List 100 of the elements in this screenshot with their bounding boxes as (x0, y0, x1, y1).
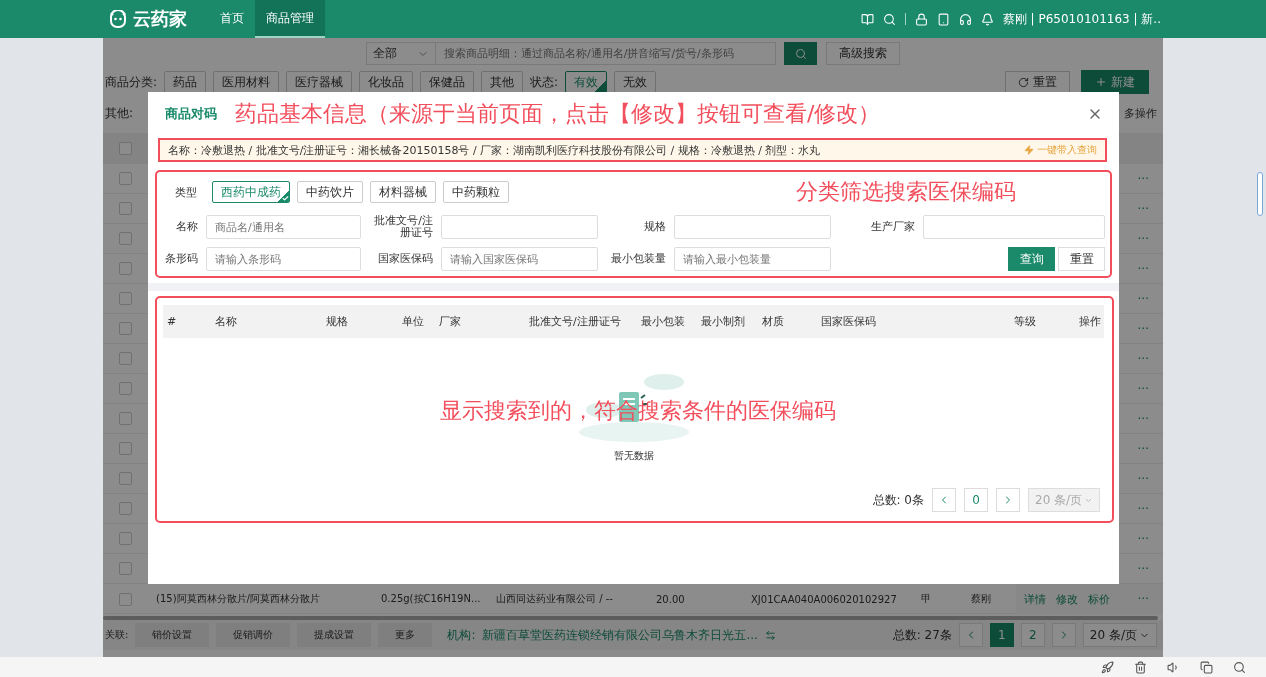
related-button[interactable]: 更多 (378, 623, 433, 647)
type-toggle[interactable]: 材料器械 (370, 181, 436, 203)
row-checkbox[interactable] (119, 502, 132, 515)
action-link[interactable]: 详情 (1024, 591, 1046, 607)
action-link[interactable]: 标价 (1088, 591, 1110, 607)
input-field[interactable]: 请输入最小包装量 (674, 247, 831, 271)
column-header: 单位 (402, 314, 425, 329)
row-checkbox[interactable] (119, 172, 132, 185)
input-field[interactable] (923, 215, 1105, 239)
search-button[interactable] (784, 42, 817, 65)
row-checkbox[interactable] (119, 292, 132, 305)
rocket-icon[interactable] (1101, 660, 1114, 674)
org-name[interactable]: 新疆百草堂医药连锁经销有限公司乌鲁木齐日光五... (482, 626, 758, 644)
advanced-search-button[interactable]: 高级搜索 (826, 42, 900, 65)
more-link[interactable]: ··· (1137, 291, 1163, 306)
more-link[interactable]: ··· (1137, 561, 1163, 576)
more-link[interactable]: ··· (1137, 531, 1163, 546)
row-checkbox[interactable] (119, 562, 132, 575)
row-checkbox[interactable] (119, 592, 132, 606)
new-button[interactable]: 新建 (1081, 70, 1149, 94)
nav-tab[interactable]: 首页 (209, 0, 255, 38)
plus-icon (1095, 76, 1107, 88)
related-button[interactable]: 销价设置 (135, 623, 210, 647)
search-field[interactable]: 搜索商品明细：通过商品名称/通用名/拼音缩写/货号/条形码 (436, 42, 776, 65)
row-checkbox[interactable] (119, 412, 132, 425)
page-size-select[interactable]: 20 条/页 (1082, 623, 1157, 647)
switch-icon[interactable] (764, 629, 776, 641)
more-link[interactable]: ··· (1137, 171, 1163, 186)
user-info[interactable]: 蔡刚 | P65010101163 | 新.. (1002, 10, 1161, 28)
more-link[interactable]: ··· (1137, 321, 1163, 336)
next-page-button[interactable] (1051, 623, 1076, 647)
next-page-button[interactable] (996, 488, 1020, 512)
headset-icon[interactable] (958, 12, 972, 26)
more-link[interactable]: ··· (1137, 592, 1163, 606)
prev-page-button[interactable] (958, 623, 983, 647)
bell-icon[interactable] (980, 12, 994, 26)
category-chip[interactable]: 医疗器械 (286, 71, 353, 93)
logo: 云药家 (108, 7, 187, 31)
more-ops-link[interactable]: 多操作 (1124, 105, 1157, 121)
trash-icon[interactable] (1134, 660, 1147, 674)
nav-tab[interactable]: 商品管理 (255, 0, 325, 38)
query-button[interactable]: 查询 (1008, 247, 1055, 271)
lock-icon[interactable] (914, 12, 928, 26)
lightning-icon (1024, 145, 1034, 155)
input-field[interactable]: 商品名/通用名 (206, 215, 361, 239)
speaker-icon[interactable] (1167, 660, 1180, 674)
dialog-title: 商品对码 (165, 104, 217, 123)
more-link[interactable]: ··· (1137, 381, 1163, 396)
field-label: 批准文号/注册证号 (373, 215, 433, 239)
more-link[interactable]: ··· (1137, 411, 1163, 426)
category-chip[interactable]: 保健品 (420, 71, 475, 93)
category-chip[interactable]: 医用材料 (213, 71, 280, 93)
scrollbar-thumb[interactable] (1257, 172, 1263, 216)
type-toggle[interactable]: 西药中成药 (212, 181, 290, 203)
header-checkbox[interactable] (119, 142, 132, 155)
category-chip[interactable]: 药品 (164, 71, 207, 93)
tablet-icon[interactable] (936, 12, 950, 26)
book-icon[interactable] (860, 12, 874, 26)
related-button[interactable]: 促销调价 (216, 623, 291, 647)
type-toggle[interactable]: 中药颗粒 (443, 181, 509, 203)
row-checkbox[interactable] (119, 472, 132, 485)
row-checkbox[interactable] (119, 352, 132, 365)
page-button[interactable]: 1 (989, 623, 1014, 647)
category-chip[interactable]: 化妆品 (359, 71, 414, 93)
column-header: # (167, 315, 178, 328)
more-link[interactable]: ··· (1137, 351, 1163, 366)
search-icon[interactable] (882, 12, 896, 26)
prev-page-button[interactable] (932, 488, 956, 512)
fill-query-link[interactable]: 一键带入查询 (1024, 143, 1097, 157)
page-button[interactable]: 2 (1020, 623, 1045, 647)
more-link[interactable]: ··· (1137, 441, 1163, 456)
more-link[interactable]: ··· (1137, 501, 1163, 516)
status-chip[interactable]: 无效 (614, 71, 657, 93)
category-chip[interactable]: 其他 (481, 71, 524, 93)
table-cell: 甲 (921, 592, 931, 606)
more-link[interactable]: ··· (1137, 231, 1163, 246)
input-field[interactable]: 请输入国家医保码 (441, 247, 598, 271)
input-field[interactable] (441, 215, 598, 239)
more-link[interactable]: ··· (1137, 261, 1163, 276)
more-link[interactable]: ··· (1137, 471, 1163, 486)
more-link[interactable]: ··· (1137, 201, 1163, 216)
page-button[interactable]: 0 (964, 488, 988, 512)
related-button[interactable]: 提成设置 (297, 623, 372, 647)
type-toggle[interactable]: 中药饮片 (297, 181, 363, 203)
row-checkbox[interactable] (119, 442, 132, 455)
row-checkbox[interactable] (119, 382, 132, 395)
row-checkbox[interactable] (119, 532, 132, 545)
input-field[interactable]: 请输入条形码 (206, 247, 361, 271)
status-chip[interactable]: 有效 (565, 71, 608, 93)
row-checkbox[interactable] (119, 262, 132, 275)
input-field[interactable] (674, 215, 831, 239)
row-checkbox[interactable] (119, 202, 132, 215)
scope-select[interactable]: 全部 (366, 42, 436, 65)
row-checkbox[interactable] (119, 322, 132, 335)
reset-button[interactable]: 重置 (1005, 71, 1070, 93)
action-link[interactable]: 修改 (1056, 591, 1078, 607)
reset-button[interactable]: 重置 (1058, 247, 1105, 271)
search-icon[interactable] (1233, 660, 1246, 674)
row-checkbox[interactable] (119, 232, 132, 245)
copy-icon[interactable] (1200, 660, 1213, 674)
